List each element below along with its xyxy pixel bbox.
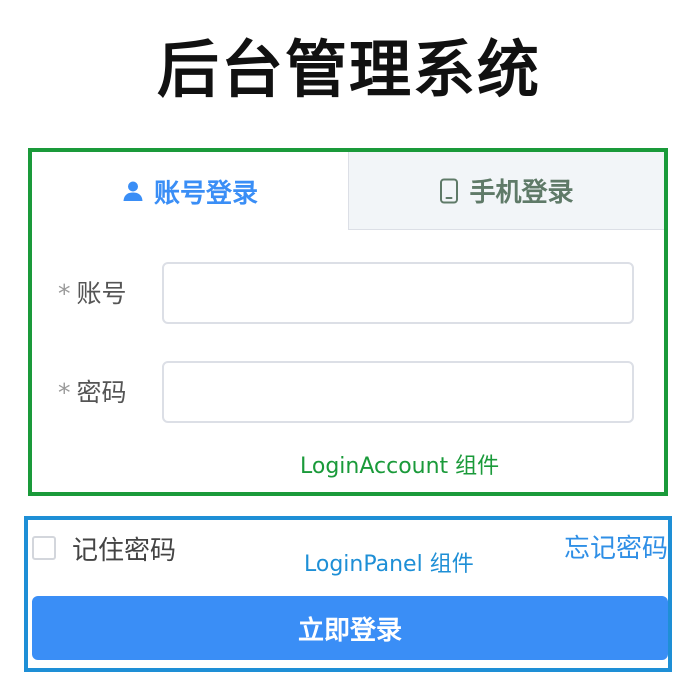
- login-account-caption: LoginAccount 组件: [300, 454, 500, 479]
- forgot-password-link[interactable]: 忘记密码: [564, 528, 668, 565]
- account-input[interactable]: [162, 262, 634, 324]
- login-account-panel: 账号登录 手机登录 * 账号 * 密码 LoginAccount 组件: [28, 148, 668, 496]
- login-button[interactable]: 立即登录: [32, 596, 668, 660]
- remember-password[interactable]: 记住密码: [32, 528, 176, 568]
- password-field-label: * 密码: [58, 378, 127, 407]
- account-field-label: * 账号: [58, 279, 127, 308]
- password-input[interactable]: [162, 361, 634, 423]
- tab-account-login[interactable]: 账号登录: [32, 152, 348, 230]
- login-tabs: 账号登录 手机登录: [32, 152, 664, 230]
- login-panel: 记住密码 LoginPanel 组件 忘记密码 立即登录: [24, 516, 672, 672]
- login-panel-caption: LoginPanel 组件: [304, 552, 474, 577]
- tab-phone-label: 手机登录: [469, 178, 574, 208]
- required-mark: *: [58, 378, 71, 407]
- required-mark: *: [58, 279, 71, 308]
- tab-account-label: 账号登录: [153, 178, 258, 209]
- remember-label: 记住密码: [72, 535, 177, 566]
- tab-phone-login[interactable]: 手机登录: [348, 152, 664, 230]
- page-title: 后台管理系统: [156, 33, 541, 106]
- remember-checkbox[interactable]: [32, 536, 56, 560]
- mobile-phone-icon: [439, 178, 459, 204]
- password-form-item: * 密码: [32, 361, 664, 425]
- user-icon: [122, 180, 144, 202]
- account-form-item: * 账号: [32, 262, 664, 326]
